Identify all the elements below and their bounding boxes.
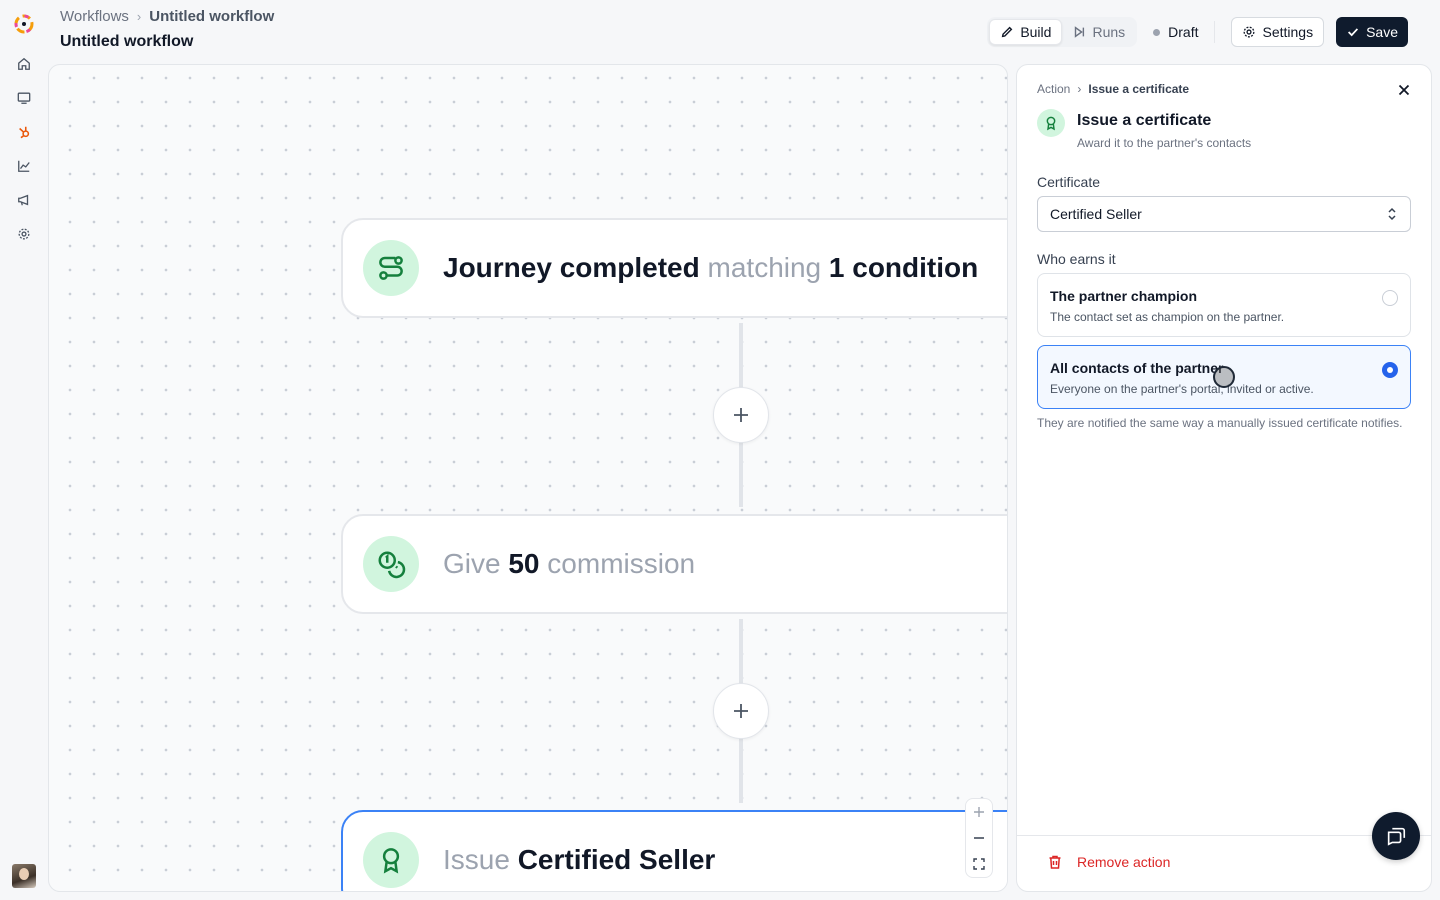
- settings-label: Settings: [1262, 24, 1314, 40]
- certificate-select[interactable]: Certified Seller: [1037, 196, 1411, 232]
- panel-breadcrumb-action[interactable]: Action: [1037, 82, 1070, 96]
- status-dot-icon: [1153, 28, 1161, 36]
- home-icon[interactable]: [14, 54, 34, 74]
- status-badge: Draft: [1153, 24, 1198, 40]
- panel-footer: Remove action: [1017, 835, 1431, 891]
- zoom-controls: [965, 798, 993, 878]
- chevron-up-down-icon: [1388, 207, 1396, 221]
- settings-button[interactable]: Settings: [1231, 17, 1325, 47]
- tab-build[interactable]: Build: [989, 19, 1063, 45]
- trigger-node[interactable]: Journey completed matching 1 condition: [341, 218, 1007, 318]
- trash-icon: [1049, 855, 1061, 869]
- tab-build-label: Build: [1020, 24, 1052, 40]
- remove-action-button[interactable]: Remove action: [1047, 854, 1170, 870]
- chat-button[interactable]: [1372, 812, 1420, 860]
- mode-switch: Build Runs: [987, 17, 1138, 47]
- panel-breadcrumb: Action › Issue a certificate: [1037, 82, 1189, 96]
- gear-icon[interactable]: [14, 224, 34, 244]
- fit-view-icon[interactable]: [969, 854, 989, 874]
- page-title[interactable]: Untitled workflow: [60, 33, 193, 51]
- option-description: The contact set as champion on the partn…: [1050, 310, 1285, 324]
- certificate-node[interactable]: Issue Certified Seller: [341, 810, 1007, 891]
- radio-button[interactable]: [1382, 362, 1398, 378]
- mouse-cursor: [1213, 366, 1235, 388]
- certificate-select-value: Certified Seller: [1050, 206, 1142, 222]
- workflow-canvas[interactable]: Journey completed matching 1 condition G…: [48, 64, 1008, 892]
- certificate-node-label: Issue Certified Seller: [443, 844, 716, 875]
- play-icon: [1075, 26, 1085, 38]
- breadcrumb: Workflows › Untitled workflow: [60, 8, 274, 25]
- header: Workflows › Untitled workflow Untitled w…: [60, 0, 1440, 60]
- plus-icon: [734, 408, 748, 422]
- save-button[interactable]: Save: [1336, 17, 1408, 47]
- award-icon: [1037, 109, 1065, 137]
- check-icon: [1348, 28, 1359, 37]
- breadcrumb-workflows-link[interactable]: Workflows: [60, 8, 129, 25]
- avatar[interactable]: [12, 864, 36, 888]
- action-panel: Action › Issue a certificate Issue a cer…: [1016, 64, 1432, 892]
- who-earns-label: Who earns it: [1037, 251, 1116, 267]
- remove-action-label: Remove action: [1077, 854, 1171, 870]
- status-label: Draft: [1168, 24, 1199, 40]
- zoom-out-icon[interactable]: [969, 828, 989, 848]
- save-label: Save: [1366, 24, 1398, 40]
- commission-node-label: Give 50 commission: [443, 548, 696, 579]
- award-icon: [363, 832, 419, 888]
- tab-runs[interactable]: Runs: [1062, 19, 1135, 45]
- add-step-button[interactable]: [713, 683, 769, 739]
- panel-breadcrumb-current: Issue a certificate: [1088, 82, 1190, 96]
- add-step-button[interactable]: [713, 387, 769, 443]
- commission-node[interactable]: Give 50 commission: [341, 514, 1007, 614]
- pencil-icon: [1002, 26, 1013, 38]
- gear-icon: [1244, 26, 1255, 38]
- route-icon: [363, 240, 419, 296]
- help-text: They are notified the same way a manuall…: [1037, 416, 1403, 430]
- left-rail: [0, 0, 48, 900]
- divider: [1214, 21, 1216, 43]
- hubspot-icon[interactable]: [14, 122, 34, 142]
- coins-icon: [363, 536, 419, 592]
- chevron-right-icon: ›: [1077, 82, 1082, 96]
- breadcrumb-current: Untitled workflow: [149, 8, 275, 25]
- trigger-node-label: Journey completed matching 1 condition: [443, 252, 979, 283]
- radio-button[interactable]: [1382, 290, 1398, 306]
- megaphone-icon[interactable]: [14, 190, 34, 210]
- toolbar: Build Runs Draft Settings Save: [987, 17, 1408, 47]
- chevron-right-icon: ›: [136, 9, 142, 24]
- panel-title: Issue a certificate: [1077, 112, 1212, 129]
- option-partner-champion[interactable]: The partner champion The contact set as …: [1037, 273, 1411, 337]
- app-logo-icon[interactable]: [12, 12, 36, 36]
- monitor-icon[interactable]: [14, 88, 34, 108]
- plus-icon: [734, 704, 748, 718]
- zoom-in-icon[interactable]: [969, 802, 989, 822]
- chat-icon: [1387, 827, 1406, 846]
- close-icon[interactable]: [1395, 81, 1413, 99]
- option-title: The partner champion: [1050, 288, 1198, 304]
- panel-subtitle: Award it to the partner's contacts: [1077, 136, 1252, 150]
- chart-icon[interactable]: [14, 156, 34, 176]
- certificate-label: Certificate: [1037, 174, 1101, 190]
- tab-runs-label: Runs: [1092, 24, 1126, 40]
